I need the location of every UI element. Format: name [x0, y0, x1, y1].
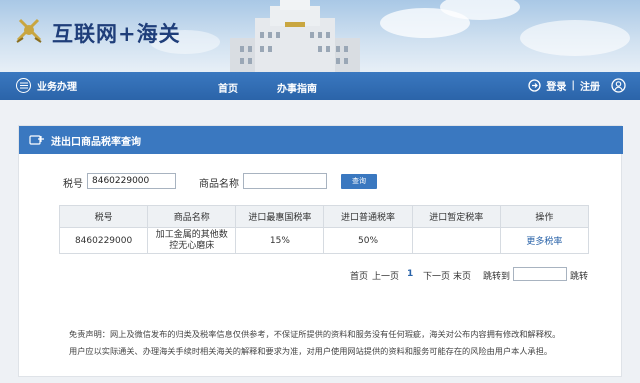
user-icon[interactable] [611, 78, 626, 93]
site-title: 互联网+海关 [52, 21, 181, 46]
nav-guide[interactable]: 办事指南 [277, 80, 317, 95]
cell-mfn-rate: 15% [235, 227, 325, 254]
disclaimer-line-2: 用户应以实际通关、办理海关手续时相关海关的解释和要求为准，对用户使用网站提供的资… [69, 346, 553, 356]
rate-query-panel: 进出口商品税率查询 税号 商品名称 查询 税号 商品名称 进口最惠国税率 进口普… [18, 125, 623, 377]
page-jump-input[interactable] [513, 267, 567, 281]
col-tax-code: 税号 [58, 205, 149, 228]
query-button[interactable]: 查询 [341, 174, 377, 189]
panel-header: 进出口商品税率查询 [19, 126, 623, 154]
account-links: 登录 | 注册 [528, 78, 626, 93]
jump-to-label: 跳转到 [483, 272, 511, 282]
col-general-rate: 进口普通税率 [323, 205, 413, 228]
nav-home[interactable]: 首页 [218, 80, 238, 95]
query-form: 税号 商品名称 查询 [19, 173, 621, 193]
tax-code-label: 税号 [63, 179, 83, 190]
product-name-input[interactable] [243, 173, 327, 189]
col-provisional-rate: 进口暂定税率 [411, 205, 501, 228]
product-name-label: 商品名称 [199, 179, 239, 190]
cell-product-name: 加工金属的其他数控无心磨床 [147, 227, 237, 254]
business-menu[interactable]: 业务办理 [16, 78, 77, 93]
jump-button[interactable]: 跳转 [570, 269, 588, 282]
more-rates-link[interactable]: 更多税率 [526, 237, 562, 247]
cell-general-rate: 50% [323, 227, 413, 254]
tax-code-input[interactable] [87, 173, 176, 189]
col-action: 操作 [499, 205, 590, 228]
cell-tax-code: 8460229000 [58, 227, 149, 254]
header-banner: 互联网+海关 [0, 0, 640, 72]
pagination: 首页 上一页 1 下一页 末页 跳转到 跳转 [19, 267, 621, 283]
page-last[interactable]: 末页 [453, 269, 471, 282]
col-mfn-rate: 进口最惠国税率 [235, 205, 325, 228]
cell-provisional-rate [411, 227, 501, 254]
cell-action: 更多税率 [499, 227, 590, 254]
col-product-name: 商品名称 [147, 205, 237, 228]
page-current[interactable]: 1 [407, 269, 413, 279]
calculator-icon [29, 135, 44, 145]
table-header-row: 税号 商品名称 进口最惠国税率 进口普通税率 进口暂定税率 操作 [58, 205, 590, 228]
customs-building-image [230, 0, 360, 72]
register-link[interactable]: 注册 [580, 78, 600, 93]
login-link[interactable]: 登录 [546, 78, 566, 93]
nav-separator: | [571, 80, 575, 91]
cloud-decoration [520, 20, 630, 56]
page-prev[interactable]: 上一页 [372, 269, 399, 282]
login-icon [528, 79, 541, 92]
rate-table: 税号 商品名称 进口最惠国税率 进口普通税率 进口暂定税率 操作 8460229… [58, 205, 590, 254]
disclaimer-line-1: 免责声明：网上及微信发布的归类及税率信息仅供参考，不保证所提供的资料和服务没有任… [69, 329, 561, 339]
business-menu-label: 业务办理 [37, 82, 77, 93]
main-nav: 业务办理 首页 办事指南 登录 | 注册 [0, 72, 640, 100]
panel-title: 进出口商品税率查询 [51, 136, 141, 148]
page-next[interactable]: 下一页 [423, 269, 450, 282]
customs-emblem-icon [16, 18, 42, 43]
page-first[interactable]: 首页 [350, 269, 368, 282]
menu-circle-icon [16, 78, 31, 93]
table-row: 8460229000 加工金属的其他数控无心磨床 15% 50% 更多税率 [58, 227, 590, 254]
disclaimer: 免责声明：网上及微信发布的归类及税率信息仅供参考，不保证所提供的资料和服务没有任… [69, 326, 609, 360]
